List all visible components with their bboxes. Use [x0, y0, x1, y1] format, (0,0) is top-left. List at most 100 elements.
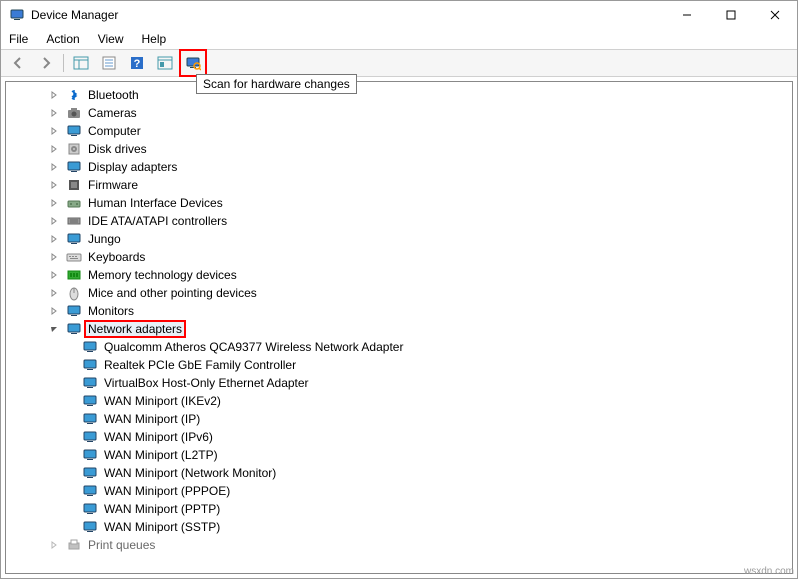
network-icon [82, 339, 98, 355]
tree-node[interactable]: Memory technology devices [6, 266, 792, 284]
device-tree: Bluetooth Cameras Computer Disk drives Displ… [6, 82, 792, 558]
tree-node[interactable]: Realtek PCIe GbE Family Controller [6, 356, 792, 374]
properties-button[interactable] [98, 52, 120, 74]
forward-button[interactable] [35, 52, 57, 74]
mouse-icon [66, 285, 82, 301]
expander-icon[interactable] [48, 107, 60, 119]
tree-node[interactable]: Human Interface Devices [6, 194, 792, 212]
expander-icon[interactable] [48, 179, 60, 191]
expander-icon[interactable] [48, 161, 60, 173]
show-hide-tree-button[interactable] [70, 52, 92, 74]
bluetooth-icon [66, 87, 82, 103]
node-label: Monitors [86, 304, 136, 318]
node-label: Firmware [86, 178, 140, 192]
back-button[interactable] [7, 52, 29, 74]
expander-icon[interactable] [48, 323, 60, 335]
help-button[interactable]: ? [126, 52, 148, 74]
tree-node[interactable]: WAN Miniport (SSTP) [6, 518, 792, 536]
watermark: wsxdn.com [744, 566, 794, 577]
expander-icon[interactable] [48, 305, 60, 317]
node-label: VirtualBox Host-Only Ethernet Adapter [102, 376, 311, 390]
tree-node[interactable]: Qualcomm Atheros QCA9377 Wireless Networ… [6, 338, 792, 356]
tree-node[interactable]: Computer [6, 122, 792, 140]
node-label: Bluetooth [86, 88, 141, 102]
node-label: Jungo [86, 232, 123, 246]
tree-node[interactable]: WAN Miniport (IP) [6, 410, 792, 428]
tree-node[interactable]: Disk drives [6, 140, 792, 158]
node-label: Mice and other pointing devices [86, 286, 259, 300]
expander-icon[interactable] [48, 539, 60, 551]
expander-spacer [64, 503, 76, 515]
tree-node[interactable]: Monitors [6, 302, 792, 320]
app-icon [9, 7, 25, 23]
monitor-icon [66, 303, 82, 319]
firmware-icon [66, 177, 82, 193]
tree-node[interactable]: Firmware [6, 176, 792, 194]
tree-node[interactable]: Mice and other pointing devices [6, 284, 792, 302]
tree-node[interactable]: WAN Miniport (IPv6) [6, 428, 792, 446]
node-label: Disk drives [86, 142, 149, 156]
tree-node[interactable]: VirtualBox Host-Only Ethernet Adapter [6, 374, 792, 392]
menu-file[interactable]: File [9, 32, 28, 46]
expander-icon[interactable] [48, 125, 60, 137]
tree-node[interactable]: Keyboards [6, 248, 792, 266]
expander-icon[interactable] [48, 233, 60, 245]
device-tree-panel[interactable]: Bluetooth Cameras Computer Disk drives Displ… [5, 81, 793, 574]
tree-node[interactable]: IDE ATA/ATAPI controllers [6, 212, 792, 230]
network-icon [82, 519, 98, 535]
tree-node[interactable]: WAN Miniport (Network Monitor) [6, 464, 792, 482]
network-icon [66, 321, 82, 337]
display-icon [66, 159, 82, 175]
menu-bar: File Action View Help [1, 29, 797, 49]
expander-icon[interactable] [48, 215, 60, 227]
expander-icon[interactable] [48, 197, 60, 209]
expander-icon[interactable] [48, 269, 60, 281]
node-label: Computer [86, 124, 143, 138]
network-icon [82, 447, 98, 463]
tree-node[interactable]: WAN Miniport (PPPOE) [6, 482, 792, 500]
tree-node[interactable]: Cameras [6, 104, 792, 122]
expander-spacer [64, 359, 76, 371]
menu-action[interactable]: Action [46, 32, 79, 46]
network-icon [82, 483, 98, 499]
menu-help[interactable]: Help [142, 32, 167, 46]
memory-icon [66, 267, 82, 283]
scan-hardware-button[interactable] [182, 52, 204, 74]
device-manager-window: Device Manager File Action View Help ? S… [0, 0, 798, 579]
node-label: Keyboards [86, 250, 147, 264]
tree-node[interactable]: Jungo [6, 230, 792, 248]
maximize-button[interactable] [709, 1, 753, 29]
tree-node[interactable]: Bluetooth [6, 86, 792, 104]
svg-text:?: ? [134, 58, 141, 70]
tree-node[interactable]: WAN Miniport (IKEv2) [6, 392, 792, 410]
expander-icon[interactable] [48, 251, 60, 263]
action-button[interactable] [154, 52, 176, 74]
expander-spacer [64, 413, 76, 425]
node-label: Qualcomm Atheros QCA9377 Wireless Networ… [102, 340, 405, 354]
title-bar: Device Manager [1, 1, 797, 29]
expander-icon[interactable] [48, 143, 60, 155]
network-icon [82, 411, 98, 427]
menu-view[interactable]: View [98, 32, 124, 46]
tree-node-network-adapters[interactable]: Network adapters [6, 320, 792, 338]
network-icon [82, 375, 98, 391]
expander-spacer [64, 431, 76, 443]
expander-spacer [64, 521, 76, 533]
node-label: Display adapters [86, 160, 179, 174]
tree-node[interactable]: WAN Miniport (L2TP) [6, 446, 792, 464]
disk-icon [66, 141, 82, 157]
close-button[interactable] [753, 1, 797, 29]
toolbar: ? Scan for hardware changes [1, 49, 797, 77]
camera-icon [66, 105, 82, 121]
tree-node[interactable]: Print queues [6, 536, 792, 554]
tree-node[interactable]: WAN Miniport (PPTP) [6, 500, 792, 518]
node-label: WAN Miniport (IKEv2) [102, 394, 223, 408]
expander-icon[interactable] [48, 89, 60, 101]
network-icon [82, 357, 98, 373]
minimize-button[interactable] [665, 1, 709, 29]
toolbar-divider [63, 54, 64, 72]
expander-spacer [64, 467, 76, 479]
jungo-icon [66, 231, 82, 247]
tree-node[interactable]: Display adapters [6, 158, 792, 176]
expander-icon[interactable] [48, 287, 60, 299]
